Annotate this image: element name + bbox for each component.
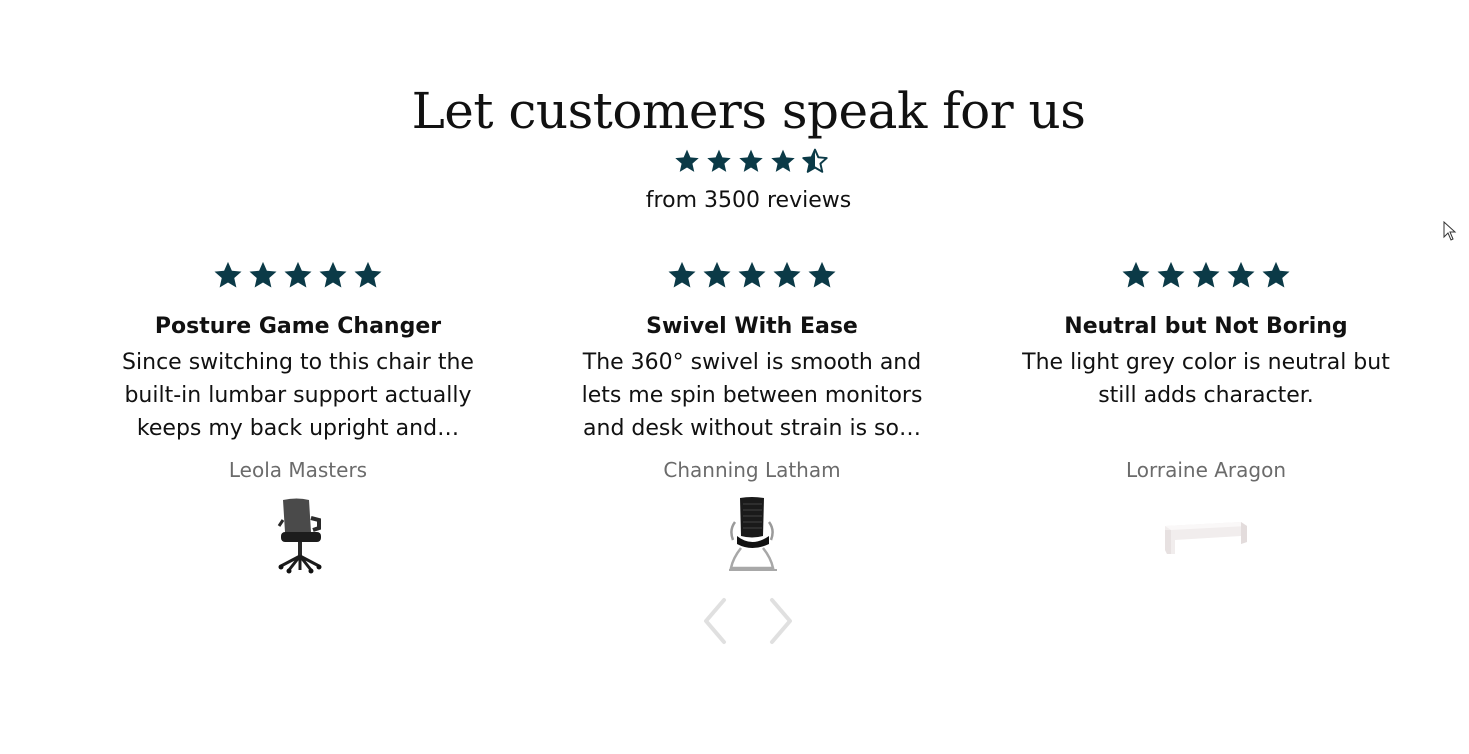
star-icon — [770, 148, 796, 178]
star-icon — [702, 260, 732, 292]
star-icon — [1191, 260, 1221, 292]
review-body: The 360° swivel is smooth and lets me sp… — [581, 350, 923, 441]
star-icon — [248, 260, 278, 292]
star-icon — [807, 260, 837, 292]
star-icon — [738, 148, 764, 178]
half-star-icon — [802, 148, 828, 178]
overall-rating-stars — [674, 148, 828, 178]
star-icon — [353, 260, 383, 292]
star-icon — [667, 260, 697, 292]
review-card: Swivel With Ease The 360° swivel is smoo… — [562, 260, 942, 571]
star-icon — [1261, 260, 1291, 292]
star-icon — [318, 260, 348, 292]
office-chair-sled-base-image[interactable] — [707, 496, 797, 574]
review-rating-stars — [108, 260, 488, 292]
star-icon — [737, 260, 767, 292]
star-icon — [706, 148, 732, 178]
review-body: The light grey color is neutral but stil… — [1022, 350, 1390, 408]
chevron-right-icon — [760, 598, 800, 650]
star-icon — [772, 260, 802, 292]
review-author: Channing Latham — [663, 458, 841, 482]
review-author: Leola Masters — [228, 458, 368, 482]
review-card: Neutral but Not Boring The light grey co… — [1016, 260, 1396, 554]
review-count: from 3500 reviews — [645, 188, 852, 213]
star-icon — [1121, 260, 1151, 292]
star-icon — [1156, 260, 1186, 292]
carousel-next-button[interactable] — [760, 596, 800, 646]
mouse-cursor-icon — [1443, 220, 1457, 241]
carousel-prev-button[interactable] — [696, 596, 736, 646]
office-chair-mesh-image[interactable] — [253, 496, 343, 574]
review-rating-stars — [1016, 260, 1396, 292]
chevron-left-icon — [696, 598, 736, 650]
white-bench-image[interactable] — [1161, 496, 1251, 574]
review-author: Lorraine Aragon — [1125, 458, 1287, 482]
review-title: Swivel With Ease — [646, 314, 858, 339]
star-icon — [213, 260, 243, 292]
star-icon — [283, 260, 313, 292]
review-body: Since switching to this chair the built-… — [122, 350, 474, 441]
star-icon — [674, 148, 700, 178]
section-title: Let customers speak for us — [411, 82, 1086, 140]
review-rating-stars — [562, 260, 942, 292]
review-title: Neutral but Not Boring — [1064, 314, 1348, 339]
review-card: Posture Game Changer Since switching to … — [108, 260, 488, 574]
star-icon — [1226, 260, 1256, 292]
review-title: Posture Game Changer — [154, 314, 442, 339]
